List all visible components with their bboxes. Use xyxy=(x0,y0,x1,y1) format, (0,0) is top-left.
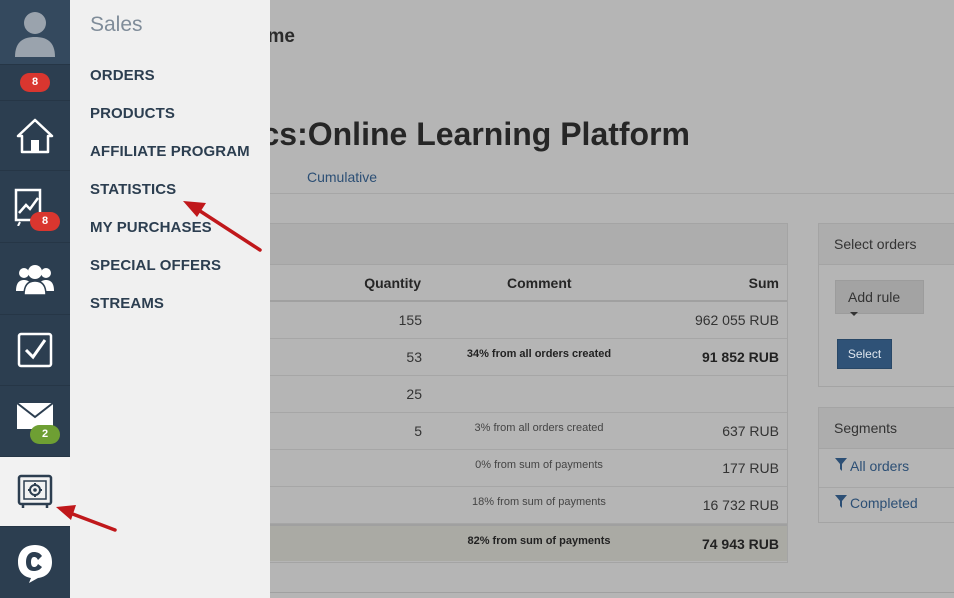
table-row: 155 962 055 RUB xyxy=(201,302,787,339)
segments-title: Segments xyxy=(819,408,954,449)
select-orders-title: Select orders xyxy=(819,224,954,265)
table-row: s 5 3% from all orders created 637 RUB xyxy=(201,413,787,450)
tab-cumulative[interactable]: Cumulative xyxy=(307,169,377,185)
rail-user[interactable] xyxy=(0,0,70,65)
menu-item-products[interactable]: PRODUCTS xyxy=(90,105,175,122)
cell-comment: 34% from all orders created xyxy=(466,348,612,360)
home-icon xyxy=(16,118,54,153)
statistics-panel: Quantity Comment Sum 155 962 055 RUB 53 … xyxy=(200,223,788,563)
users-group-icon xyxy=(16,264,54,295)
sales-badge: 8 xyxy=(30,212,60,231)
segment-label: Completed xyxy=(850,495,918,511)
bottom-divider xyxy=(270,592,954,593)
cell-sum: 637 RUB xyxy=(722,423,779,439)
menu-item-affiliate-program[interactable]: AFFILIATE PROGRAM xyxy=(90,143,250,160)
menu-item-statistics[interactable]: STATISTICS xyxy=(90,181,176,198)
cell-sum: 91 852 RUB xyxy=(701,349,779,365)
menu-item-orders[interactable]: ORDERS xyxy=(90,67,155,84)
cell-quantity: 155 xyxy=(398,312,422,328)
rail-mail[interactable]: 2 xyxy=(0,386,70,457)
sales-flyout-menu: Sales ORDERS PRODUCTS AFFILIATE PROGRAM … xyxy=(70,0,270,598)
notifications-badge: 8 xyxy=(20,73,50,92)
cell-comment: 3% from all orders created xyxy=(474,422,604,434)
cell-sum: 74 943 RUB xyxy=(701,536,779,552)
rail-notifications[interactable]: 8 xyxy=(0,65,70,101)
menu-item-special-offers[interactable]: SPECIAL OFFERS xyxy=(90,257,221,274)
rail-tasks[interactable] xyxy=(0,315,70,386)
segment-all-orders[interactable]: All orders xyxy=(835,458,909,474)
cell-sum: 177 RUB xyxy=(722,460,779,476)
add-rule-label: Add rule xyxy=(848,289,901,305)
user-avatar-icon xyxy=(15,12,55,57)
icon-rail: 8 8 2 xyxy=(0,0,70,598)
cell-quantity: 25 xyxy=(406,386,422,402)
table-row: 25 xyxy=(201,376,787,413)
caret-down-icon xyxy=(850,312,858,317)
chat-logo-icon xyxy=(18,544,52,583)
rail-chat[interactable] xyxy=(0,527,70,598)
cell-sum: 16 732 RUB xyxy=(702,497,779,513)
select-orders-box: Select orders Add rule Select xyxy=(818,223,954,387)
rail-users[interactable] xyxy=(0,243,70,315)
settings-safe-icon xyxy=(17,474,53,508)
table-row: 0% from sum of payments 177 RUB xyxy=(201,450,787,487)
menu-item-my-purchases[interactable]: MY PURCHASES xyxy=(90,219,212,236)
cell-quantity: 53 xyxy=(406,349,422,365)
column-header-quantity: Quantity xyxy=(364,275,421,291)
table-row: 18% from sum of payments 16 732 RUB xyxy=(201,487,787,524)
flyout-title: Sales xyxy=(90,13,143,36)
tasks-checkbox-icon xyxy=(17,332,53,368)
rail-settings[interactable] xyxy=(0,457,70,527)
cell-comment: 0% from sum of payments xyxy=(475,459,603,471)
cell-sum: 962 055 RUB xyxy=(694,312,779,328)
filter-icon xyxy=(835,458,847,471)
cell-quantity: 5 xyxy=(414,423,422,439)
cell-comment: 18% from sum of payments xyxy=(472,496,606,508)
add-rule-button[interactable]: Add rule xyxy=(835,280,924,317)
menu-item-streams[interactable]: STREAMS xyxy=(90,295,164,312)
mail-badge: 2 xyxy=(30,425,60,444)
panel-header xyxy=(201,224,787,265)
table-row: 53 34% from all orders created 91 852 RU… xyxy=(201,339,787,376)
cell-comment: 82% from sum of payments xyxy=(467,535,611,547)
column-header-comment: Comment xyxy=(507,275,572,291)
table-header: Quantity Comment Sum xyxy=(201,265,787,302)
segment-divider xyxy=(819,487,954,488)
breadcrumb-text: me xyxy=(267,26,295,47)
segment-completed[interactable]: Completed xyxy=(835,495,918,511)
filter-icon xyxy=(835,495,847,508)
select-button[interactable]: Select xyxy=(837,339,892,369)
segment-label: All orders xyxy=(850,458,910,474)
column-header-sum: Sum xyxy=(748,275,779,291)
rail-home[interactable] xyxy=(0,101,70,171)
table-row-total: 82% from sum of payments 74 943 RUB xyxy=(201,524,787,561)
rail-sales[interactable]: 8 xyxy=(0,171,70,243)
segments-box: Segments All orders Completed xyxy=(818,407,954,523)
